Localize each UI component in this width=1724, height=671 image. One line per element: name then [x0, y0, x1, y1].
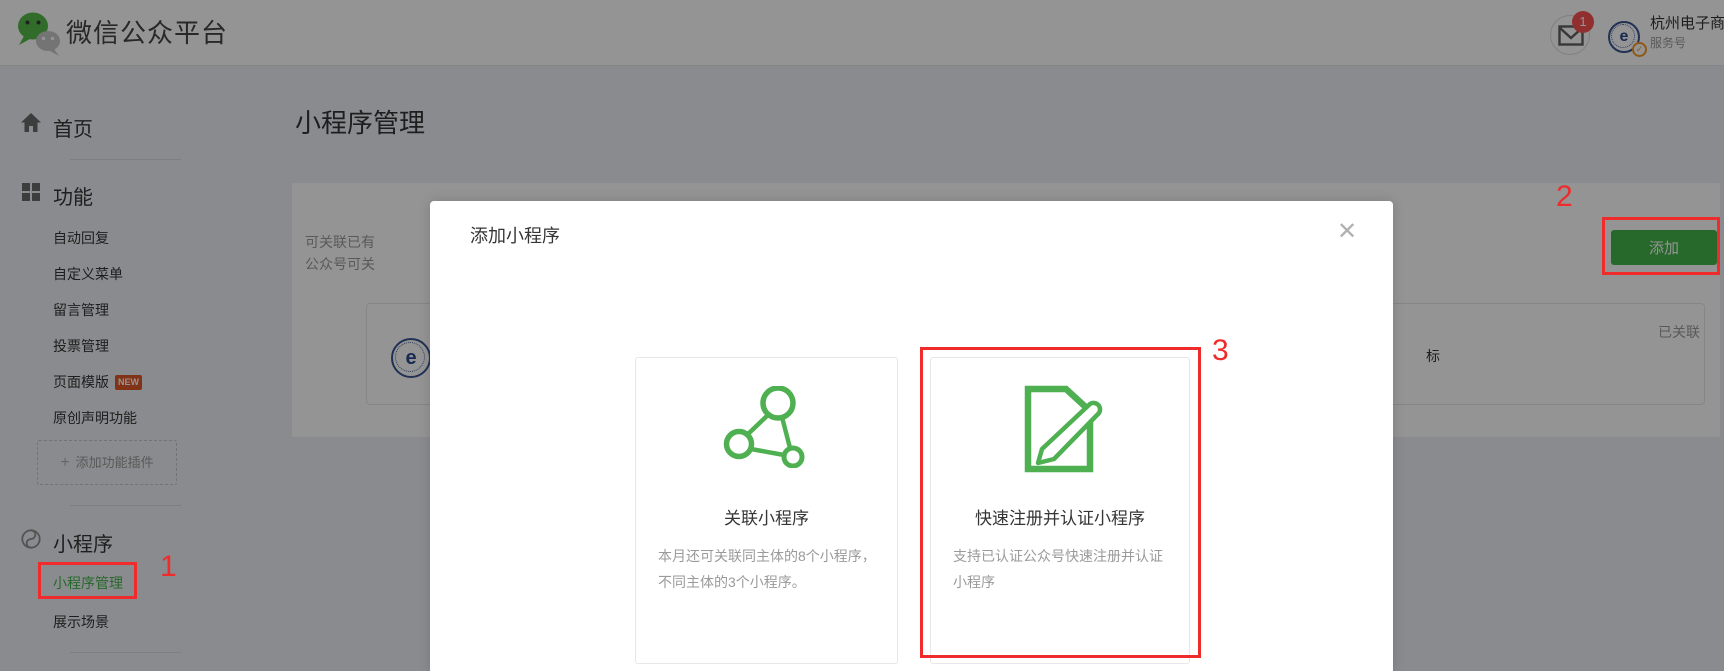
desc-line: 本月还可关联同主体的8个小程序，	[658, 543, 878, 569]
wechat-mp-admin-screen: 微信公众平台 1 e ✓ 杭州电子商 服务号 首页 功能 自动回复 自定义菜单	[0, 0, 1724, 671]
add-miniprogram-modal: 添加小程序 ✕ 关联小程序 本月还可关联同主体的8个小程序， 不同主体的3个小程…	[430, 201, 1393, 671]
option-description: 本月还可关联同主体的8个小程序， 不同主体的3个小程序。	[658, 543, 878, 595]
annotation-box-step2	[1602, 217, 1720, 275]
desc-line: 不同主体的3个小程序。	[658, 569, 878, 595]
annotation-number-1: 1	[160, 550, 177, 584]
modal-title: 添加小程序	[470, 222, 560, 248]
option-title: 关联小程序	[636, 504, 897, 529]
annotation-number-3: 3	[1212, 334, 1229, 368]
annotation-box-step1	[38, 562, 137, 599]
option-link-miniprogram[interactable]: 关联小程序 本月还可关联同主体的8个小程序， 不同主体的3个小程序。	[635, 357, 898, 664]
annotation-number-2: 2	[1556, 180, 1573, 214]
network-link-icon	[723, 386, 813, 468]
close-icon[interactable]: ✕	[1330, 215, 1364, 249]
annotation-box-step3	[920, 347, 1201, 658]
